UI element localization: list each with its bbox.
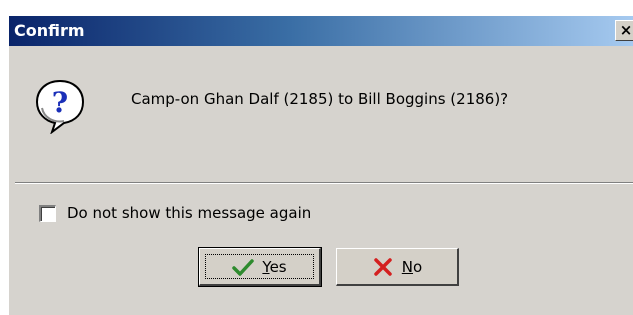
confirm-message: Camp-on Ghan Dalf (2185) to Bill Boggins… xyxy=(131,90,509,108)
question-icon: ? xyxy=(35,79,85,134)
dont-show-again-checkbox[interactable] xyxy=(39,204,56,222)
close-button[interactable]: × xyxy=(615,20,633,41)
window-title: Confirm xyxy=(14,21,85,40)
no-label: No xyxy=(401,257,423,276)
svg-text:?: ? xyxy=(52,86,68,119)
close-icon: × xyxy=(619,21,633,39)
confirm-dialog: Confirm × ? Camp-on Ghan Dalf (2185) to … xyxy=(8,15,633,315)
dont-show-again-label[interactable]: Do not show this message again xyxy=(67,204,311,222)
separator-highlight xyxy=(15,183,633,184)
title-bar[interactable]: Confirm × xyxy=(9,16,633,46)
yes-button[interactable]: Yes xyxy=(198,247,322,287)
no-button[interactable]: No xyxy=(336,248,459,286)
dont-show-again-option[interactable]: Do not show this message again xyxy=(39,204,311,222)
focus-rectangle xyxy=(205,254,314,279)
x-icon xyxy=(374,257,392,276)
